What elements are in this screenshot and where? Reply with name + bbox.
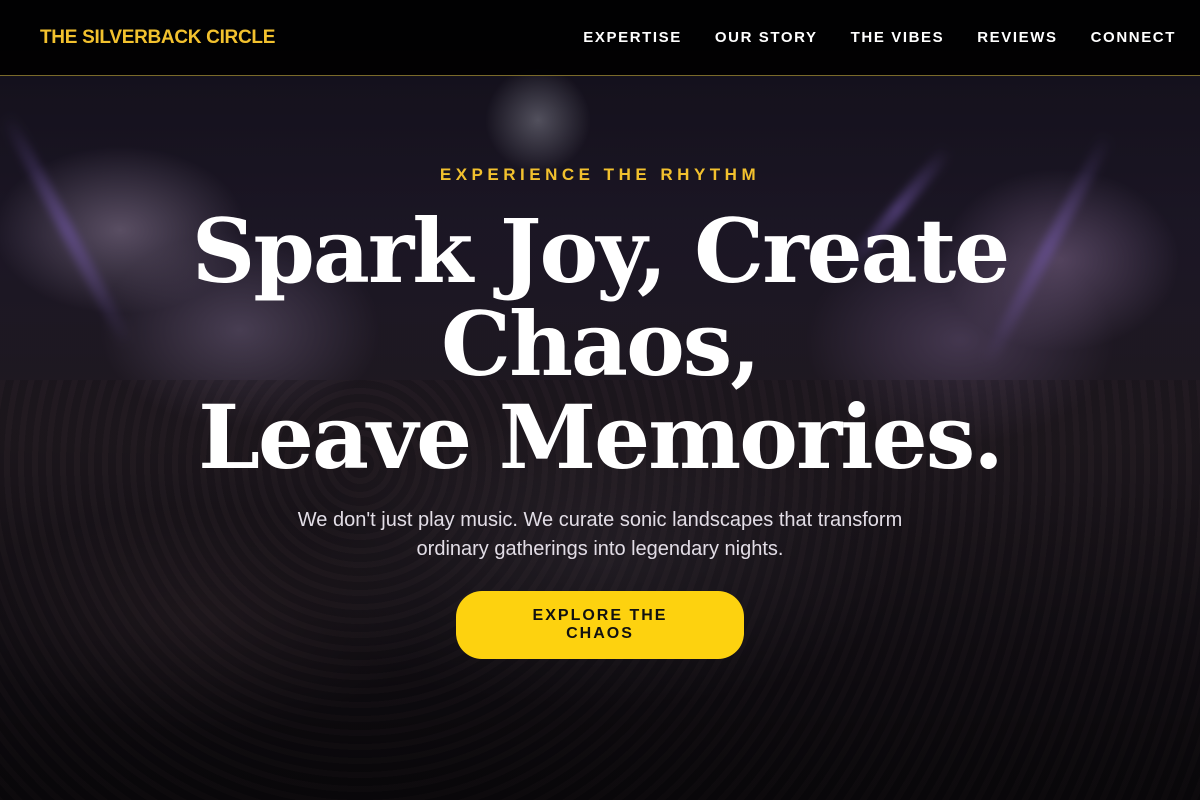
headline-line-2: Chaos,	[441, 292, 761, 396]
nav-link-reviews[interactable]: REVIEWS	[977, 29, 1057, 46]
hero-headline: Spark Joy, Create Chaos, Leave Memories.	[150, 205, 1050, 484]
hero-section: EXPERIENCE THE RHYTHM Spark Joy, Create …	[0, 76, 1200, 659]
headline-line-3: Leave Memories.	[198, 385, 1004, 489]
headline-line-1: Spark Joy, Create	[191, 199, 1010, 303]
nav-link-connect[interactable]: CONNECT	[1091, 29, 1176, 46]
brand-logo[interactable]: THE SILVERBACK CIRCLE	[40, 27, 275, 49]
explore-the-chaos-button[interactable]: EXPLORE THE CHAOS	[456, 591, 744, 659]
page: THE SILVERBACK CIRCLE EXPERTISE OUR STOR…	[0, 0, 1200, 800]
nav-link-the-vibes[interactable]: THE VIBES	[851, 29, 945, 46]
hero-subtext: We don't just play music. We curate soni…	[297, 509, 903, 560]
nav-link-expertise[interactable]: EXPERTISE	[583, 29, 682, 46]
nav-links: EXPERTISE OUR STORY THE VIBES REVIEWS CO…	[583, 29, 1176, 46]
navbar: THE SILVERBACK CIRCLE EXPERTISE OUR STOR…	[0, 0, 1200, 76]
nav-link-our-story[interactable]: OUR STORY	[715, 29, 818, 46]
hero-eyebrow: EXPERIENCE THE RHYTHM	[439, 165, 761, 184]
